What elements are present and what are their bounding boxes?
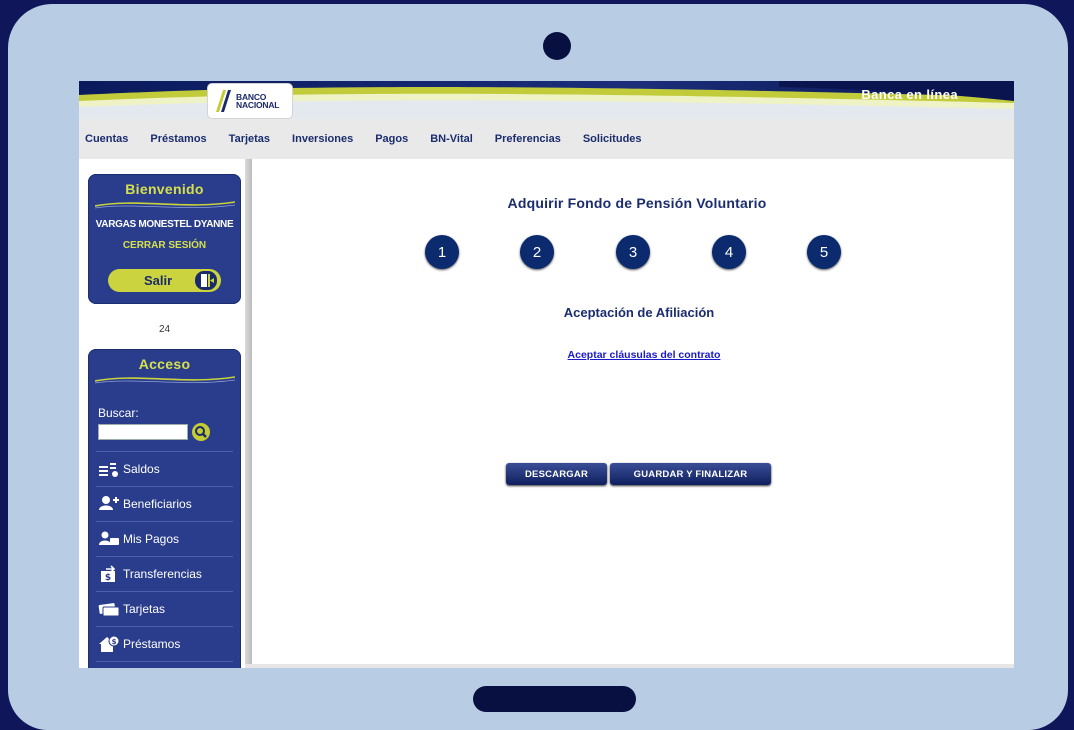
salir-button[interactable]: Salir: [108, 269, 221, 292]
salir-label: Salir: [144, 273, 173, 288]
search-icon[interactable]: [192, 423, 210, 441]
nav-inversiones[interactable]: Inversiones: [292, 133, 353, 145]
menu-item-prestamos[interactable]: $ Préstamos: [96, 627, 233, 662]
payments-icon: [99, 531, 119, 545]
menu-item-saldos[interactable]: Saldos: [96, 452, 233, 487]
banking-screen: BANCO NACIONAL Banca en línea Cuentas Pr…: [79, 81, 1014, 668]
access-title: Acceso: [138, 356, 191, 372]
page-title: Adquirir Fondo de Pensión Voluntario: [507, 195, 767, 211]
main-nav: Cuentas Préstamos Tarjetas Inversiones P…: [79, 119, 1014, 159]
menu-label-mis-pagos: Mis Pagos: [123, 532, 180, 546]
wave-divider-icon: [94, 376, 235, 384]
step-5[interactable]: 5: [807, 235, 841, 269]
step-3[interactable]: 3: [616, 235, 650, 269]
nav-tarjetas[interactable]: Tarjetas: [229, 133, 270, 145]
camera-dot: [543, 32, 571, 60]
nav-solicitudes[interactable]: Solicitudes: [583, 133, 642, 145]
home-button[interactable]: [473, 686, 636, 712]
tablet-frame: BANCO NACIONAL Banca en línea Cuentas Pr…: [8, 4, 1068, 730]
menu-label-prestamos: Préstamos: [123, 637, 181, 651]
search-input[interactable]: [98, 424, 188, 440]
counter-value: 24: [158, 324, 171, 335]
cerrar-sesion-link[interactable]: CERRAR SESIÓN: [88, 240, 241, 251]
cards-icon: [98, 603, 120, 617]
accept-contract-link[interactable]: Aceptar cláusulas del contrato: [252, 349, 1014, 361]
sidebar-divider: [245, 159, 252, 668]
banca-en-linea-label: Banca en línea: [861, 87, 958, 102]
menu-label-saldos: Saldos: [123, 462, 160, 476]
sidebar: Bienvenido VARGAS MONESTEL DYANNE CERRAR…: [79, 159, 245, 668]
menu-item-transferencias[interactable]: $ Transferencias: [96, 557, 233, 592]
search-label: Buscar:: [98, 406, 139, 420]
menu-label-tarjetas: Tarjetas: [123, 602, 166, 616]
access-panel: Acceso Buscar: Saldos Beneficiarios Mis …: [88, 349, 241, 668]
menu-item-tarjetas[interactable]: Tarjetas: [96, 592, 233, 627]
nav-prestamos[interactable]: Préstamos: [150, 133, 206, 145]
welcome-panel: Bienvenido VARGAS MONESTEL DYANNE CERRAR…: [88, 174, 241, 304]
step-2[interactable]: 2: [520, 235, 554, 269]
nav-preferencias[interactable]: Preferencias: [495, 133, 561, 145]
menu-label-transferencias: Transferencias: [123, 567, 202, 581]
add-beneficiary-icon: [99, 496, 119, 510]
section-title: Aceptación de Afiliación: [563, 305, 715, 320]
save-finish-button[interactable]: GUARDAR Y FINALIZAR: [610, 463, 771, 485]
download-button[interactable]: DESCARGAR: [506, 463, 607, 485]
nav-pagos[interactable]: Pagos: [375, 133, 408, 145]
bottom-strip: [245, 664, 1014, 668]
nav-cuentas[interactable]: Cuentas: [85, 133, 128, 145]
step-4[interactable]: 4: [712, 235, 746, 269]
welcome-title: Bienvenido: [125, 181, 204, 197]
step-1[interactable]: 1: [425, 235, 459, 269]
balances-icon: [99, 463, 118, 477]
transfer-icon: $: [101, 565, 116, 583]
banco-nacional-logo[interactable]: BANCO NACIONAL: [207, 83, 293, 119]
user-name: VARGAS MONESTEL DYANNE: [95, 219, 234, 230]
svg-text:$: $: [112, 638, 117, 646]
main-content: Adquirir Fondo de Pensión Voluntario 1 2…: [252, 159, 1014, 668]
svg-text:$: $: [105, 573, 111, 583]
exit-door-icon: [195, 271, 217, 290]
logo-mark-icon: [216, 90, 231, 112]
header-banner: BANCO NACIONAL Banca en línea: [79, 81, 1014, 119]
search-row: [98, 423, 241, 441]
nav-bn-vital[interactable]: BN-Vital: [430, 133, 473, 145]
menu-label-beneficiarios: Beneficiarios: [123, 497, 192, 511]
logo-text-line2: NACIONAL: [236, 100, 280, 110]
loans-house-icon: $: [99, 635, 120, 652]
menu-item-beneficiarios[interactable]: Beneficiarios: [96, 487, 233, 522]
wave-divider-icon: [94, 201, 235, 209]
menu-item-mis-pagos[interactable]: Mis Pagos: [96, 522, 233, 557]
